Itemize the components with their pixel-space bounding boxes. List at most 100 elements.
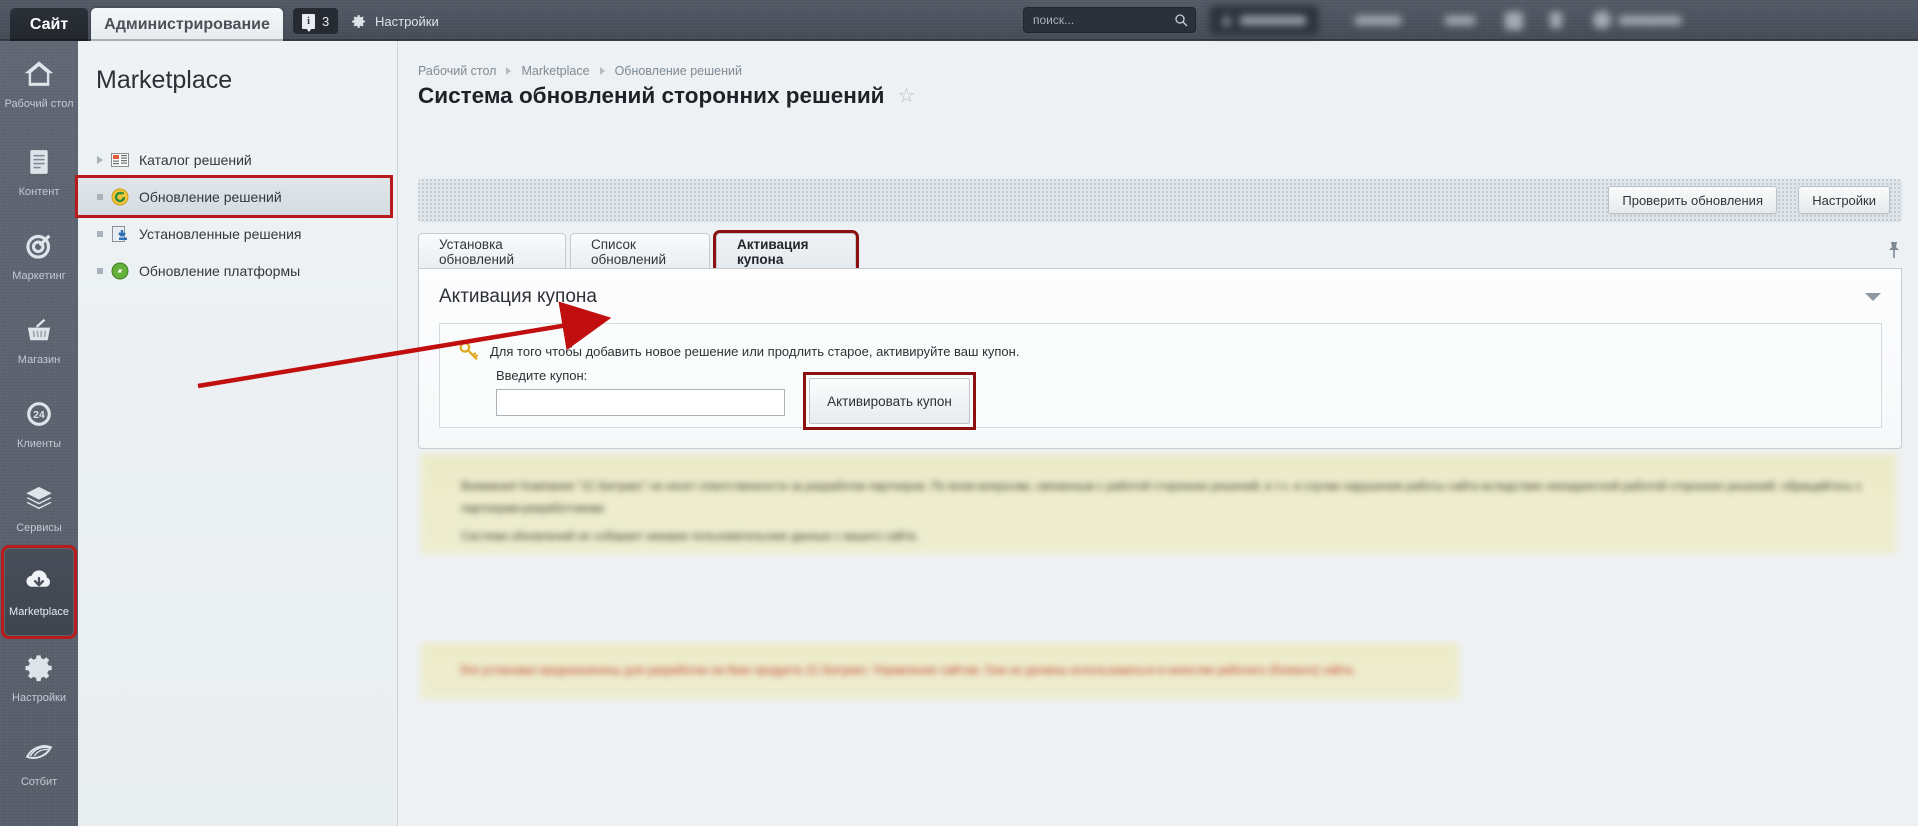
rail-item-content[interactable]: Контент — [0, 129, 78, 213]
breadcrumb-separator-icon — [599, 67, 605, 75]
rail-item-clients[interactable]: 24 Клиенты — [0, 381, 78, 465]
menu-item-installed-solutions[interactable]: Установленные решения — [78, 215, 398, 252]
activate-coupon-button[interactable]: Активировать купон — [809, 378, 970, 424]
key-icon — [459, 342, 478, 360]
bullet-dot-icon — [90, 267, 110, 274]
document-icon — [30, 150, 48, 174]
layers-icon — [26, 486, 52, 510]
notification-badge[interactable]: i 3 — [293, 8, 339, 34]
top-settings-label: Настройки — [375, 13, 439, 29]
update-icon — [111, 188, 129, 205]
tab-updates-list[interactable]: Список обновлений — [570, 233, 710, 269]
bullet-dot-icon — [90, 193, 110, 200]
info-icon: i — [302, 13, 315, 32]
coupon-section-card: Активация купона Для того чтобы добавить… — [418, 269, 1902, 449]
gear-icon — [352, 14, 365, 28]
rail-item-services[interactable]: Сервисы — [0, 465, 78, 549]
user-menu-region[interactable] — [1205, 0, 1918, 41]
right-blob-3[interactable] — [1505, 12, 1523, 30]
notice-line-3: Эти установки предназначены для разработ… — [459, 665, 1356, 677]
home-icon — [24, 61, 54, 86]
top-settings-button[interactable]: Настройки — [350, 8, 439, 34]
coupon-label: Введите купон: — [496, 368, 588, 383]
menu-item-solution-updates[interactable]: Обновление решений — [75, 175, 393, 218]
rail-label: Настройки — [12, 692, 66, 704]
chevron-down-icon[interactable] — [1865, 293, 1881, 301]
hint-row: Для того чтобы добавить новое решение ил… — [458, 340, 1019, 362]
tab-coupon-activation[interactable]: Активация купона — [713, 230, 859, 272]
tab-bar: Установка обновлений Список обновлений А… — [418, 230, 1902, 272]
rail-item-sotbit[interactable]: Сотбит — [0, 719, 78, 803]
basket-icon — [27, 318, 51, 341]
platform-update-icon — [111, 262, 129, 279]
expand-triangle-icon — [90, 155, 110, 164]
top-tab-admin[interactable]: Администрирование — [91, 8, 283, 41]
notice-disclaimer: Внимание! Компания "1С-Битрикс" не несет… — [421, 454, 1896, 554]
user-icon — [1222, 15, 1231, 25]
main-content: Рабочий стол Marketplace Обновление реше… — [399, 41, 1918, 826]
rail-label: Контент — [18, 186, 60, 198]
search-input[interactable] — [1024, 8, 1172, 32]
notification-count: 3 — [322, 13, 330, 29]
right-blob-1[interactable] — [1355, 16, 1401, 25]
cloud-download-icon — [26, 570, 50, 587]
right-blob-2[interactable] — [1445, 16, 1475, 25]
right-blob-4[interactable] — [1550, 12, 1562, 28]
left-icon-rail: Рабочий стол Контент Маркетинг Магазин 2… — [0, 41, 78, 826]
gear-icon — [25, 655, 52, 682]
panel-menu-list: Каталог решений Обновление решений Устан… — [75, 141, 398, 289]
rail-label: Магазин — [17, 354, 61, 366]
top-tab-site[interactable]: Сайт — [10, 8, 88, 41]
rail-label: Сервисы — [16, 522, 62, 534]
menu-item-label: Обновление решений — [139, 188, 282, 205]
rail-item-marketplace[interactable]: Marketplace — [1, 545, 77, 639]
target-icon — [26, 234, 51, 259]
menu-item-catalog[interactable]: Каталог решений — [78, 141, 398, 178]
marketplace-side-panel: Marketplace Каталог решений Обновление р… — [75, 41, 398, 826]
page-title-row: Система обновлений сторонних решений ☆ — [418, 83, 915, 109]
section-title: Активация купона — [439, 286, 597, 307]
search-icon[interactable] — [1173, 12, 1189, 28]
breadcrumb-item-desktop[interactable]: Рабочий стол — [418, 64, 496, 78]
installed-icon — [112, 225, 127, 242]
user-pill[interactable] — [1210, 6, 1318, 34]
rail-label: Рабочий стол — [4, 98, 74, 110]
coupon-input[interactable] — [496, 389, 785, 416]
notice-dev-license: Эти установки предназначены для разработ… — [421, 643, 1459, 699]
rail-item-shop[interactable]: Магазин — [0, 297, 78, 381]
hint-text: Для того чтобы добавить новое решение ил… — [490, 343, 1020, 359]
sotbit-icon — [25, 745, 53, 759]
user-name-blob — [1240, 15, 1306, 25]
right-blob-6[interactable] — [1619, 16, 1681, 25]
rail-item-settings[interactable]: Настройки — [0, 635, 78, 719]
rail-label: Клиенты — [16, 438, 62, 450]
rail-label: Сотбит — [20, 776, 58, 788]
rail-label: Marketplace — [9, 606, 69, 618]
breadcrumb: Рабочий стол Marketplace Обновление реше… — [418, 64, 742, 78]
rail-item-marketing[interactable]: Маркетинг — [0, 213, 78, 297]
page-title: Система обновлений сторонних решений — [418, 83, 885, 108]
catalog-icon — [111, 152, 129, 167]
rail-item-desktop[interactable]: Рабочий стол — [0, 41, 78, 129]
search-box[interactable] — [1023, 7, 1196, 33]
notice-line-2: Система обновлений не собирает никакие п… — [461, 531, 919, 543]
star-icon[interactable]: ☆ — [898, 86, 916, 106]
right-blob-5[interactable] — [1593, 11, 1611, 29]
tab-install-updates[interactable]: Установка обновлений — [418, 233, 566, 269]
panel-title: Marketplace — [96, 66, 233, 94]
notice-line-1: Внимание! Компания "1С-Битрикс" не несет… — [461, 481, 1861, 515]
breadcrumb-item-marketplace[interactable]: Marketplace — [521, 64, 589, 78]
menu-item-label: Установленные решения — [139, 225, 302, 242]
top-bar: Сайт Администрирование i 3 Настройки — [0, 0, 1918, 41]
coupon-form-box: Для того чтобы добавить новое решение ил… — [439, 323, 1882, 430]
pin-icon[interactable] — [1886, 241, 1902, 259]
topbar-edge — [0, 39, 1918, 41]
check-updates-button[interactable]: Проверить обновления — [1608, 186, 1777, 214]
menu-item-platform-update[interactable]: Обновление платформы — [78, 252, 398, 289]
rail-label: Маркетинг — [12, 270, 66, 282]
settings-button[interactable]: Настройки — [1798, 186, 1890, 214]
clock24-icon: 24 — [27, 402, 51, 426]
breadcrumb-item-current[interactable]: Обновление решений — [615, 64, 742, 78]
toolbar-strip: Проверить обновления Настройки — [418, 179, 1902, 222]
svg-text:24: 24 — [33, 410, 45, 421]
